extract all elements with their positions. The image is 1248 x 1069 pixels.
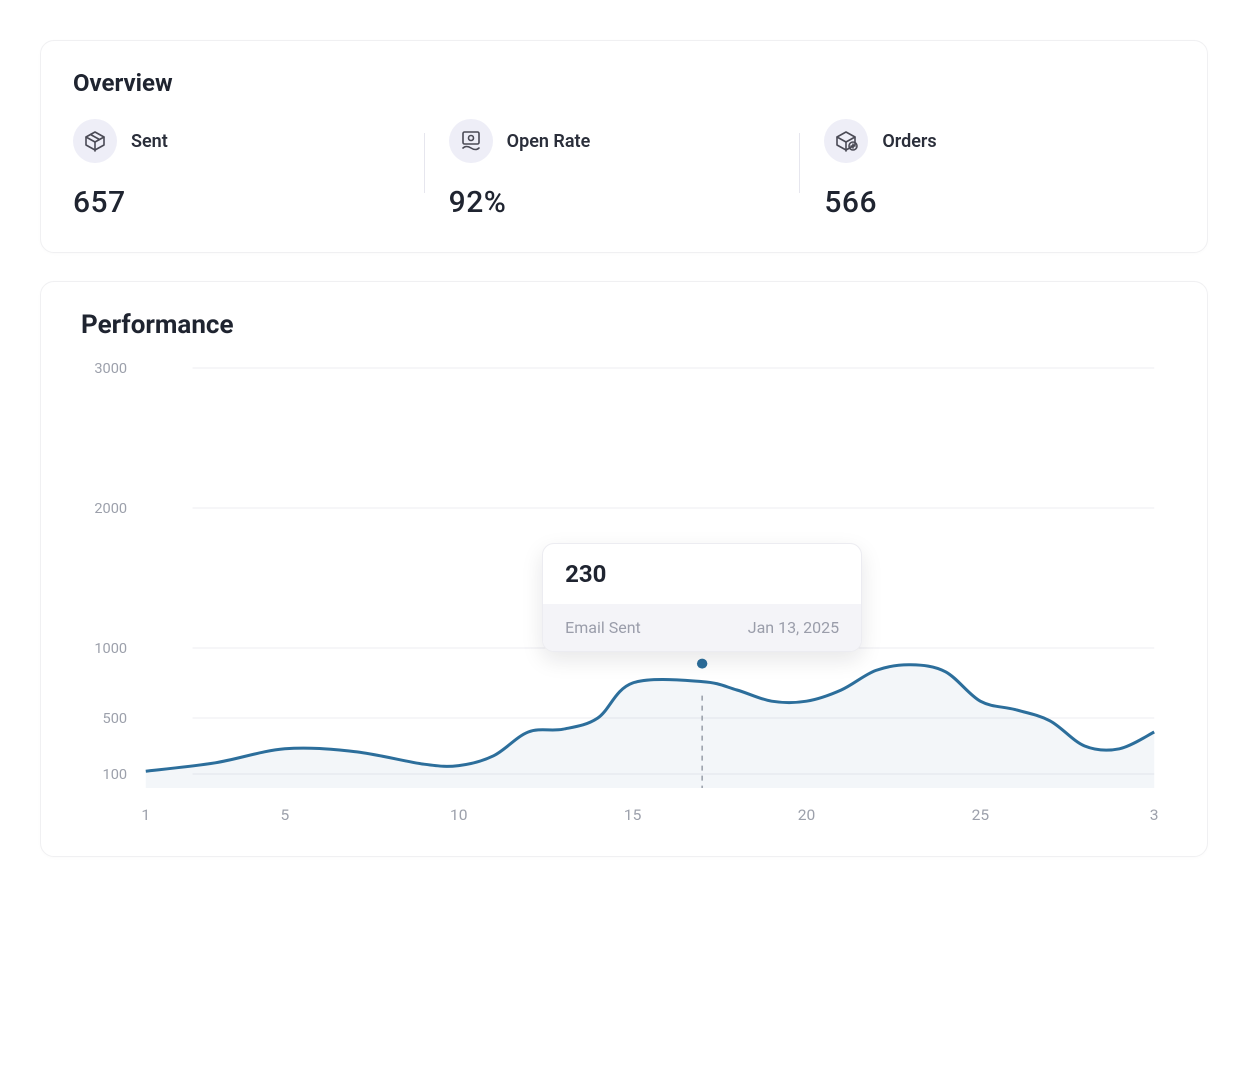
stat-open-rate-value: 92%: [449, 185, 776, 220]
svg-text:10: 10: [450, 806, 468, 824]
stat-divider: [424, 133, 425, 193]
stat-open-rate-label: Open Rate: [507, 131, 591, 152]
stat-orders-label: Orders: [882, 131, 936, 152]
package-icon: [73, 119, 117, 163]
tooltip-value: 230: [543, 544, 861, 604]
overview-title: Overview: [73, 69, 1175, 97]
svg-text:2000: 2000: [94, 501, 127, 517]
svg-text:5: 5: [280, 806, 289, 824]
stat-sent: Sent 657: [73, 119, 424, 220]
stat-divider: [799, 133, 800, 193]
tooltip-footer: Email Sent Jan 13, 2025: [543, 604, 861, 651]
chart-tooltip: 230 Email Sent Jan 13, 2025: [542, 543, 862, 652]
stat-open-rate: Open Rate 92%: [449, 119, 800, 220]
tooltip-date: Jan 13, 2025: [748, 618, 839, 637]
stat-sent-value: 657: [73, 185, 400, 220]
overview-stats-row: Sent 657 Open Rate 92%: [73, 119, 1175, 220]
svg-text:15: 15: [624, 806, 642, 824]
tooltip-series-label: Email Sent: [565, 618, 641, 637]
svg-text:3: 3: [1150, 806, 1159, 824]
svg-text:1: 1: [141, 806, 150, 824]
money-hand-icon: [449, 119, 493, 163]
performance-title: Performance: [81, 310, 1175, 340]
stat-sent-header: Sent: [73, 119, 400, 163]
stat-orders: Orders 566: [824, 119, 1175, 220]
stat-orders-header: Orders: [824, 119, 1151, 163]
svg-text:3000: 3000: [94, 361, 127, 377]
svg-text:20: 20: [798, 806, 816, 824]
overview-card: Overview Sent 657: [40, 40, 1208, 253]
performance-card: Performance 3000200010005001001510152025…: [40, 281, 1208, 857]
performance-chart[interactable]: 30002000100050010015101520253 230 Email …: [73, 358, 1175, 838]
stat-orders-value: 566: [824, 185, 1151, 220]
svg-text:25: 25: [972, 806, 990, 824]
package-plus-icon: [824, 119, 868, 163]
svg-text:1000: 1000: [94, 641, 127, 657]
stat-open-rate-header: Open Rate: [449, 119, 776, 163]
svg-text:500: 500: [103, 711, 128, 727]
svg-text:100: 100: [103, 767, 128, 783]
stat-sent-label: Sent: [131, 131, 168, 152]
